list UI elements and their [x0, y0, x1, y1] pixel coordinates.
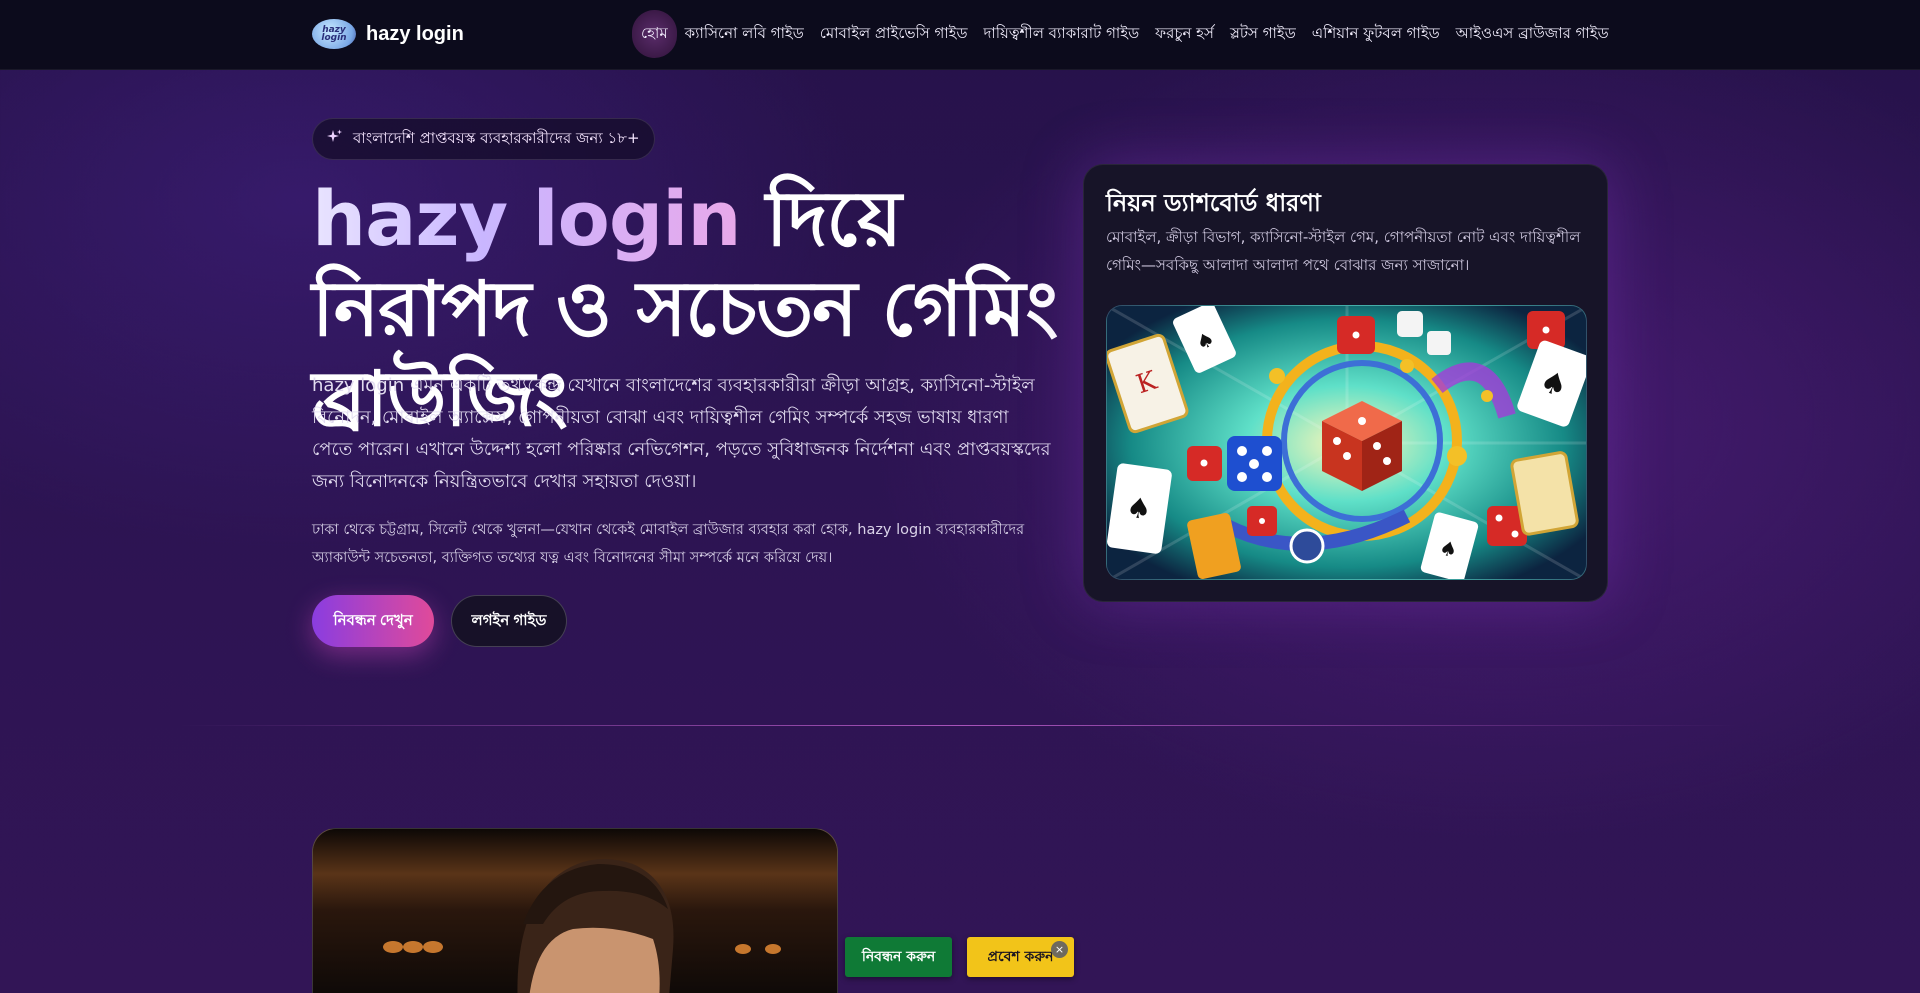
- brand[interactable]: hazy login hazy login: [312, 19, 464, 49]
- view-registration-button[interactable]: নিবন্ধন দেখুন: [312, 595, 434, 647]
- nav-item-asian-football-guide[interactable]: এশিয়ান ফুটবল গাইড: [1304, 10, 1448, 58]
- nav-item-casino-lobby-guide[interactable]: ক্যাসিনো লবি গাইড: [677, 10, 812, 58]
- section-divider: [180, 725, 1740, 726]
- person-portrait-image: [312, 828, 838, 993]
- age-badge-text: বাংলাদেশি প্রাপ্তবয়স্ক ব্যবহারকারীদের জ…: [353, 128, 640, 147]
- sticky-register-button[interactable]: নিবন্ধন করুন: [845, 937, 952, 977]
- sparkle-icon: [327, 129, 343, 149]
- nav-item-slots-guide[interactable]: স্লটস গাইড: [1222, 10, 1304, 58]
- svg-text:♠: ♠: [1124, 490, 1153, 526]
- portrait-artwork: [313, 829, 837, 993]
- top-navigation-bar: hazy login hazy login হোম ক্যাসিনো লবি গ…: [0, 0, 1920, 70]
- brand-logo[interactable]: hazy login: [312, 19, 356, 49]
- hero-secondary-paragraph: ঢাকা থেকে চট্টগ্রাম, সিলেট থেকে খুলনা—যে…: [312, 522, 1025, 566]
- brand-name[interactable]: hazy login: [366, 23, 464, 46]
- nav-item-fortune-horse[interactable]: ফরচুন হর্স: [1147, 10, 1222, 58]
- close-icon[interactable]: ×: [1051, 941, 1068, 958]
- logo-text: hazy login: [321, 25, 347, 43]
- hero-lead-paragraph: hazy login এমন একটি তথ্যকেন্দ্র যেখানে ব…: [312, 375, 1051, 492]
- card-title: নিয়ন ড্যাশবোর্ড ধারণা: [1106, 189, 1321, 217]
- age-badge: বাংলাদেশি প্রাপ্তবয়স্ক ব্যবহারকারীদের জ…: [312, 118, 655, 160]
- casino-dice-illustration: K ♠ ♠ ♠ ♠: [1106, 305, 1587, 580]
- hero-title-highlight: hazy login: [312, 174, 741, 263]
- card-description: মোবাইল, ক্রীড়া বিভাগ, ক্যাসিনো-স্টাইল গ…: [1106, 228, 1581, 274]
- login-guide-button[interactable]: লগইন গাইড: [451, 595, 567, 647]
- nav-item-mobile-privacy-guide[interactable]: মোবাইল প্রাইভেসি গাইড: [812, 10, 976, 58]
- main-nav: হোম ক্যাসিনো লবি গাইড মোবাইল প্রাইভেসি গ…: [632, 10, 1617, 58]
- neon-dashboard-card: নিয়ন ড্যাশবোর্ড ধারণা মোবাইল, ক্রীড়া ব…: [1083, 164, 1608, 602]
- nav-item-responsible-baccarat-guide[interactable]: দায়িত্বশীল ব্যাকারাট গাইড: [976, 10, 1148, 58]
- dice-cards-artwork: K ♠ ♠ ♠ ♠: [1107, 306, 1586, 579]
- nav-item-home[interactable]: হোম: [632, 10, 677, 58]
- nav-item-ios-browser-guide[interactable]: আইওএস ব্রাউজার গাইড: [1448, 10, 1617, 58]
